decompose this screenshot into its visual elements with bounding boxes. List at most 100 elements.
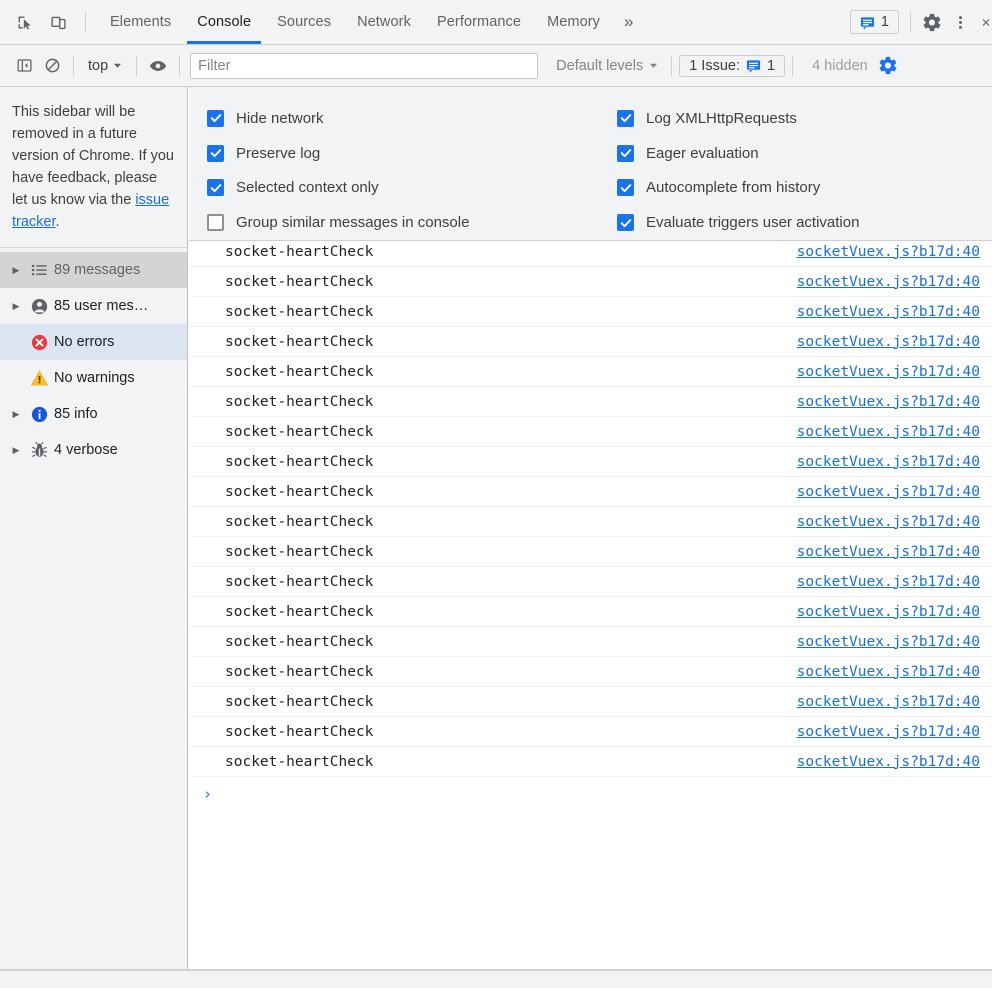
console-message-source-link[interactable]: socketVuex.js?b17d:40 [797,544,984,560]
console-message-source-link[interactable]: socketVuex.js?b17d:40 [797,574,984,590]
console-message-row[interactable]: socket-heartCheck socketVuex.js?b17d:40 [189,237,992,267]
console-message-source-link[interactable]: socketVuex.js?b17d:40 [797,334,984,350]
kebab-menu-icon[interactable] [946,8,974,36]
console-prompt-row[interactable]: › [189,777,992,811]
setting-label-log-xmlhttprequests: Log XMLHttpRequests [646,109,797,127]
console-message-source-link[interactable]: socketVuex.js?b17d:40 [797,274,984,290]
hidden-messages-label: 4 hidden [812,57,868,74]
checkbox-group-similar-messages-in-console[interactable] [207,214,224,232]
inspect-element-icon[interactable] [10,8,38,36]
console-message-source-link[interactable]: socketVuex.js?b17d:40 [797,724,984,740]
setting-eager-evaluation[interactable]: Eager evaluation [617,136,859,171]
tab-performance[interactable]: Performance [424,0,534,44]
close-icon[interactable] [974,8,992,36]
console-toolbar-divider-5 [792,55,794,76]
tabbar-right-icons: 1 [849,0,992,44]
sidebar-item-user-messages-label: 85 user mes… [54,298,149,314]
checkbox-selected-context-only[interactable] [207,179,224,197]
sidebar-item-verbose[interactable]: ▶ 4 verbose [0,432,187,468]
console-message-source-link[interactable]: socketVuex.js?b17d:40 [797,694,984,710]
gear-icon[interactable] [918,8,946,36]
sidebar-item-info[interactable]: ▶ 85 info [0,396,187,432]
tab-console-label: Console [197,14,252,30]
console-message-row[interactable]: socket-heartCheck socketVuex.js?b17d:40 [189,537,992,567]
expand-arrow-icon[interactable]: ▶ [8,445,24,456]
setting-hide-network[interactable]: Hide network [207,101,609,136]
clear-console-icon[interactable] [38,52,66,80]
console-message-source-link[interactable]: socketVuex.js?b17d:40 [797,604,984,620]
setting-label-selected-context-only: Selected context only [236,179,379,197]
checkbox-log-xmlhttprequests[interactable] [617,109,634,127]
console-message-row[interactable]: socket-heartCheck socketVuex.js?b17d:40 [189,447,992,477]
console-message-row[interactable]: socket-heartCheck socketVuex.js?b17d:40 [189,747,992,777]
issues-counter-button[interactable]: 1 [849,10,899,34]
console-message-source-link[interactable]: socketVuex.js?b17d:40 [797,394,984,410]
device-toolbar-icon[interactable] [44,8,72,36]
setting-autocomplete-from-history[interactable]: Autocomplete from history [617,171,859,206]
show-console-sidebar-icon[interactable] [10,52,38,80]
console-message-row[interactable]: socket-heartCheck socketVuex.js?b17d:40 [189,297,992,327]
setting-preserve-log[interactable]: Preserve log [207,136,609,171]
sidebar-item-warnings[interactable]: ▶ No warnings [0,360,187,396]
console-prompt-input[interactable] [220,786,992,802]
tab-console[interactable]: Console [184,0,264,44]
prompt-chevron-icon: › [203,785,213,803]
setting-selected-context-only[interactable]: Selected context only [207,171,609,206]
console-message-row[interactable]: socket-heartCheck socketVuex.js?b17d:40 [189,507,992,537]
console-message-source-link[interactable]: socketVuex.js?b17d:40 [797,454,984,470]
console-message-row[interactable]: socket-heartCheck socketVuex.js?b17d:40 [189,327,992,357]
checkbox-preserve-log[interactable] [207,144,224,162]
checkbox-autocomplete-from-history[interactable] [617,179,634,197]
console-message-row[interactable]: socket-heartCheck socketVuex.js?b17d:40 [189,657,992,687]
log-levels-selector[interactable]: Default levels [550,55,664,77]
console-message-row[interactable]: socket-heartCheck socketVuex.js?b17d:40 [189,597,992,627]
sidebar-item-errors[interactable]: ▶ No errors [0,324,187,360]
setting-group-similar-messages-in-console[interactable]: Group similar messages in console [207,205,609,240]
console-settings-gear-icon[interactable] [876,53,902,79]
console-message-text: socket-heartCheck [225,453,374,470]
chevron-down-icon [650,63,658,68]
console-message-source-link[interactable]: socketVuex.js?b17d:40 [797,364,984,380]
tab-memory[interactable]: Memory [534,0,613,44]
console-message-source-link[interactable]: socketVuex.js?b17d:40 [797,634,984,650]
expand-arrow-icon[interactable]: ▶ [8,265,24,276]
console-message-source-link[interactable]: socketVuex.js?b17d:40 [797,754,984,770]
filter-input[interactable] [190,52,539,79]
console-message-text: socket-heartCheck [225,723,374,740]
tab-network[interactable]: Network [344,0,424,44]
console-message-row[interactable]: socket-heartCheck socketVuex.js?b17d:40 [189,267,992,297]
sidebar-item-user-messages[interactable]: ▶ 85 user mes… [0,288,187,324]
checkbox-eager-evaluation[interactable] [617,144,634,162]
checkbox-hide-network[interactable] [207,109,224,127]
tab-elements[interactable]: Elements [97,0,184,44]
console-message-source-link[interactable]: socketVuex.js?b17d:40 [797,514,984,530]
setting-log-xmlhttprequests[interactable]: Log XMLHttpRequests [617,101,859,136]
console-message-row[interactable]: socket-heartCheck socketVuex.js?b17d:40 [189,687,992,717]
expand-arrow-icon[interactable]: ▶ [8,409,24,420]
console-message-row[interactable]: socket-heartCheck socketVuex.js?b17d:40 [189,477,992,507]
console-message-row[interactable]: socket-heartCheck socketVuex.js?b17d:40 [189,627,992,657]
console-message-source-link[interactable]: socketVuex.js?b17d:40 [797,244,984,260]
tab-sources[interactable]: Sources [264,0,344,44]
console-message-row[interactable]: socket-heartCheck socketVuex.js?b17d:40 [189,357,992,387]
console-issues-button[interactable]: 1 Issue: 1 [679,54,786,77]
console-toolbar-divider-4 [671,55,673,76]
console-message-row[interactable]: socket-heartCheck socketVuex.js?b17d:40 [189,717,992,747]
eye-icon[interactable] [144,52,172,80]
console-message-row[interactable]: socket-heartCheck socketVuex.js?b17d:40 [189,417,992,447]
console-message-row[interactable]: socket-heartCheck socketVuex.js?b17d:40 [189,387,992,417]
console-message-row[interactable]: socket-heartCheck socketVuex.js?b17d:40 [189,567,992,597]
console-message-source-link[interactable]: socketVuex.js?b17d:40 [797,664,984,680]
setting-evaluate-triggers-user-activation[interactable]: Evaluate triggers user activation [617,205,859,240]
console-message-source-link[interactable]: socketVuex.js?b17d:40 [797,484,984,500]
console-message-source-link[interactable]: socketVuex.js?b17d:40 [797,304,984,320]
checkbox-evaluate-triggers-user-activation[interactable] [617,214,634,232]
sidebar-item-messages[interactable]: ▶ 89 messages [0,252,187,288]
console-issues-label: 1 Issue: [689,57,740,74]
devtools-tabbar: Elements Console Sources Network Perform… [0,0,992,45]
more-tabs-button[interactable]: » [613,0,645,44]
expand-arrow-icon[interactable]: ▶ [8,301,24,312]
console-toolbar-divider-3 [179,55,181,76]
console-message-source-link[interactable]: socketVuex.js?b17d:40 [797,424,984,440]
execution-context-selector[interactable]: top [81,55,129,77]
